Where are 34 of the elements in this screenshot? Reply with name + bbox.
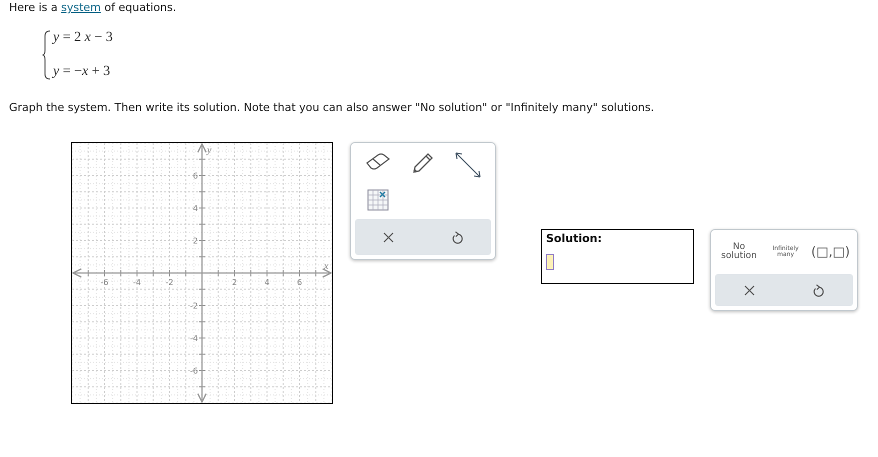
close-icon (744, 284, 755, 296)
point-tool[interactable] (366, 189, 389, 211)
no-solution-button[interactable]: No solution (718, 243, 760, 261)
tick-label: 6 (192, 172, 198, 180)
answer-field[interactable] (546, 254, 554, 270)
tick-label: 2 (232, 278, 238, 287)
intro-text: Here is a system of equations. (9, 1, 178, 15)
tick-label: 2 (192, 236, 198, 246)
tick-label: 4 (264, 278, 270, 287)
undo-icon (812, 284, 824, 296)
tick-label: -4 (133, 278, 141, 287)
close-icon (383, 232, 394, 242)
tick-label: 4 (192, 204, 198, 213)
pencil-icon (410, 151, 435, 175)
equation: y = 2 x − 3 (53, 30, 113, 46)
tick-label: 6 (296, 278, 302, 287)
tick-label: -2 (166, 278, 174, 287)
ordered-pair-button[interactable]: (□,□) (811, 246, 850, 258)
undo-icon (450, 230, 463, 244)
tick-label: -2 (190, 302, 198, 310)
grid-point-icon (366, 189, 389, 211)
line-tool[interactable] (454, 151, 482, 179)
tick-label: -6 (190, 366, 198, 376)
line-arrow-icon (454, 151, 482, 179)
instruction-text: Graph the system. Then write its solution. Note that you can also answer "No solution" or "Infinitely many" solutions. (9, 101, 656, 115)
axis-label: y (207, 145, 212, 156)
equation: y = −x + 3 (53, 64, 112, 80)
system-link[interactable]: system (61, 1, 101, 14)
solution-label: Solution: (546, 232, 603, 245)
brace-icon (42, 30, 51, 80)
tick-label: -6 (100, 278, 108, 287)
eraser-icon (364, 151, 391, 171)
tick-label: -4 (190, 334, 198, 343)
axis-label: x (324, 261, 328, 272)
